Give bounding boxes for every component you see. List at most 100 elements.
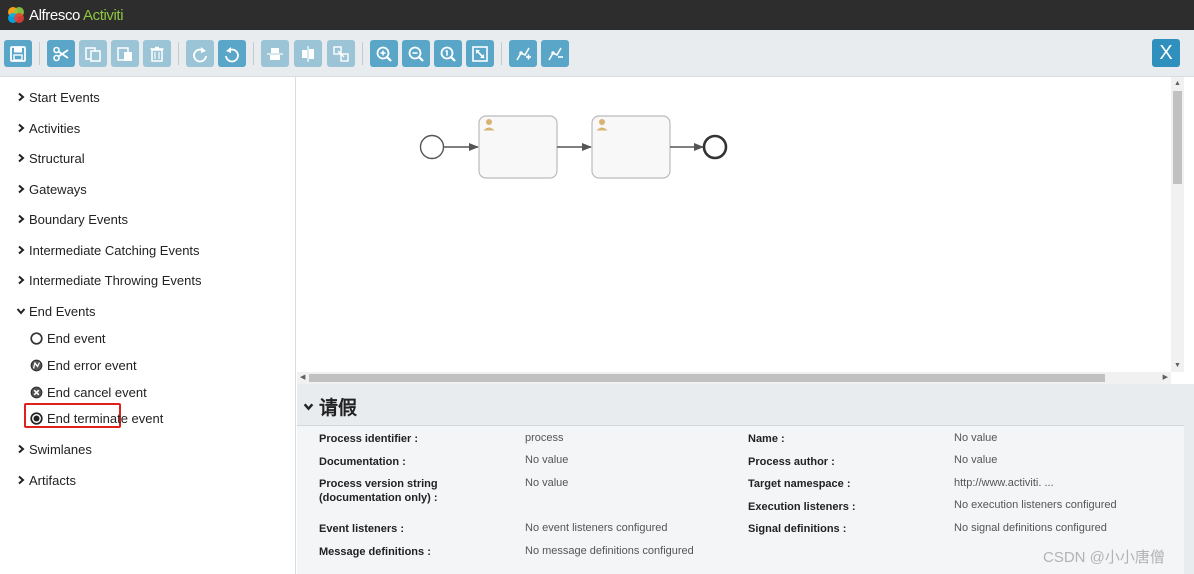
- canvas-horizontal-scrollbar[interactable]: ◀ ▶: [297, 372, 1171, 384]
- palette-item-end-event[interactable]: End event: [30, 328, 106, 348]
- align-vertical-button[interactable]: [294, 40, 322, 67]
- process-name-title: 请假: [319, 397, 358, 419]
- property-value[interactable]: No signal definitions configured: [954, 521, 1107, 535]
- palette-item-end-error-event[interactable]: End error event: [30, 355, 137, 375]
- toolbar-separator: [362, 42, 363, 65]
- brand-name: Alfresco: [29, 6, 80, 24]
- property-value[interactable]: No execution listeners configured: [954, 498, 1117, 512]
- user-task-shape[interactable]: [591, 115, 671, 179]
- toolbar-separator: [39, 42, 40, 65]
- palette-group-artifacts[interactable]: Artifacts: [16, 470, 76, 490]
- property-value[interactable]: http://www.activiti. ...: [954, 476, 1054, 490]
- palette-group-end-events[interactable]: End Events: [16, 301, 96, 321]
- user-task-shape[interactable]: [478, 115, 558, 179]
- canvas-vertical-scrollbar[interactable]: ▲ ▼: [1171, 77, 1184, 372]
- scroll-up-arrow-icon[interactable]: ▲: [1174, 80, 1181, 87]
- scroll-right-arrow-icon[interactable]: ▶: [1163, 373, 1168, 381]
- save-icon: [10, 45, 26, 62]
- property-value[interactable]: process: [525, 431, 564, 445]
- zoom-out-button[interactable]: [402, 40, 430, 67]
- palette-group-gateways[interactable]: Gateways: [16, 179, 87, 199]
- palette-group-boundary-events[interactable]: Boundary Events: [16, 209, 128, 229]
- palette-group-intermediate-catching-events[interactable]: Intermediate Catching Events: [16, 240, 200, 260]
- shape-palette: Start Events Activities Structural Gatew…: [0, 77, 296, 574]
- zoom-actual-button[interactable]: [434, 40, 462, 67]
- paste-button[interactable]: [111, 40, 139, 67]
- align-horizontal-button[interactable]: [261, 40, 289, 67]
- zoom-out-icon: [408, 46, 424, 62]
- zoom-fit-button[interactable]: [466, 40, 494, 67]
- palette-group-label: Swimlanes: [29, 441, 92, 457]
- property-value[interactable]: No event listeners configured: [525, 521, 667, 535]
- save-button[interactable]: [4, 40, 32, 67]
- property-value[interactable]: No value: [525, 476, 568, 490]
- palette-group-label: Structural: [29, 150, 85, 166]
- toolbar-separator: [501, 42, 502, 65]
- end-cancel-event-icon: [30, 386, 43, 398]
- remove-bendpoint-button[interactable]: [541, 40, 569, 67]
- toolbar-separator: [253, 42, 254, 65]
- end-error-event-icon: [30, 359, 43, 371]
- same-size-button[interactable]: [327, 40, 355, 67]
- palette-group-swimlanes[interactable]: Swimlanes: [16, 439, 92, 459]
- delete-icon: [150, 46, 164, 62]
- product-name: Activiti: [83, 6, 124, 24]
- add-bendpoint-icon: [516, 47, 531, 60]
- close-editor-button[interactable]: X: [1152, 39, 1180, 67]
- palette-item-label: End event: [47, 330, 106, 346]
- chevron-right-icon: [18, 92, 25, 102]
- palette-group-label: End Events: [29, 303, 96, 319]
- end-event-shape[interactable]: [702, 134, 728, 160]
- chevron-right-icon: [18, 275, 25, 285]
- palette-group-activities[interactable]: Activities: [16, 118, 80, 138]
- palette-group-intermediate-throwing-events[interactable]: Intermediate Throwing Events: [16, 270, 201, 290]
- property-label: Process version string (documentation on…: [319, 478, 438, 504]
- app-header: Alfresco Activiti: [0, 0, 1194, 30]
- property-value[interactable]: No value: [954, 431, 997, 445]
- palette-item-end-cancel-event[interactable]: End cancel event: [30, 382, 147, 402]
- chevron-right-icon: [18, 475, 25, 485]
- scroll-left-arrow-icon[interactable]: ◀: [300, 373, 305, 381]
- scrollbar-thumb[interactable]: [309, 374, 1105, 382]
- palette-group-structural[interactable]: Structural: [16, 148, 85, 168]
- property-label: Event listeners :: [319, 523, 404, 535]
- copy-button[interactable]: [79, 40, 107, 67]
- end-event-icon: [30, 331, 43, 345]
- scroll-down-arrow-icon[interactable]: ▼: [1174, 362, 1181, 369]
- align-vertical-icon: [302, 45, 314, 62]
- add-bendpoint-button[interactable]: [509, 40, 537, 67]
- copy-icon: [85, 46, 101, 62]
- chevron-down-icon: [303, 403, 314, 411]
- zoom-actual-icon: [440, 46, 456, 62]
- palette-group-label: Intermediate Catching Events: [29, 242, 200, 258]
- property-value[interactable]: No value: [525, 453, 568, 467]
- property-label: Process identifier :: [319, 433, 419, 445]
- palette-item-label: End terminate event: [47, 410, 164, 426]
- chevron-right-icon: [18, 444, 25, 454]
- scrollbar-thumb[interactable]: [1173, 91, 1182, 184]
- palette-group-label: Boundary Events: [29, 211, 129, 227]
- chevron-right-icon: [18, 245, 25, 255]
- diagram-canvas[interactable]: [297, 77, 1171, 372]
- undo-icon: [225, 46, 239, 62]
- property-label: Signal definitions :: [748, 523, 847, 535]
- palette-item-end-terminate-event[interactable]: End terminate event: [30, 408, 163, 428]
- zoom-in-button[interactable]: [370, 40, 398, 67]
- properties-header[interactable]: 请假: [303, 394, 358, 419]
- cut-button[interactable]: [47, 40, 75, 67]
- start-event-shape[interactable]: [419, 134, 445, 160]
- redo-button[interactable]: [186, 40, 214, 67]
- property-label: Documentation :: [319, 456, 406, 468]
- redo-icon: [193, 46, 207, 62]
- remove-bendpoint-icon: [548, 47, 563, 60]
- palette-group-label: Activities: [29, 120, 81, 136]
- watermark: CSDN @小小唐僧: [1043, 549, 1165, 566]
- palette-group-start-events[interactable]: Start Events: [16, 87, 100, 107]
- delete-button[interactable]: [143, 40, 171, 67]
- undo-button[interactable]: [218, 40, 246, 67]
- property-value[interactable]: No value: [954, 453, 997, 467]
- paste-icon: [117, 46, 132, 61]
- chevron-right-icon: [18, 153, 25, 163]
- palette-item-label: End error event: [47, 357, 137, 373]
- property-value[interactable]: No message definitions configured: [525, 544, 694, 558]
